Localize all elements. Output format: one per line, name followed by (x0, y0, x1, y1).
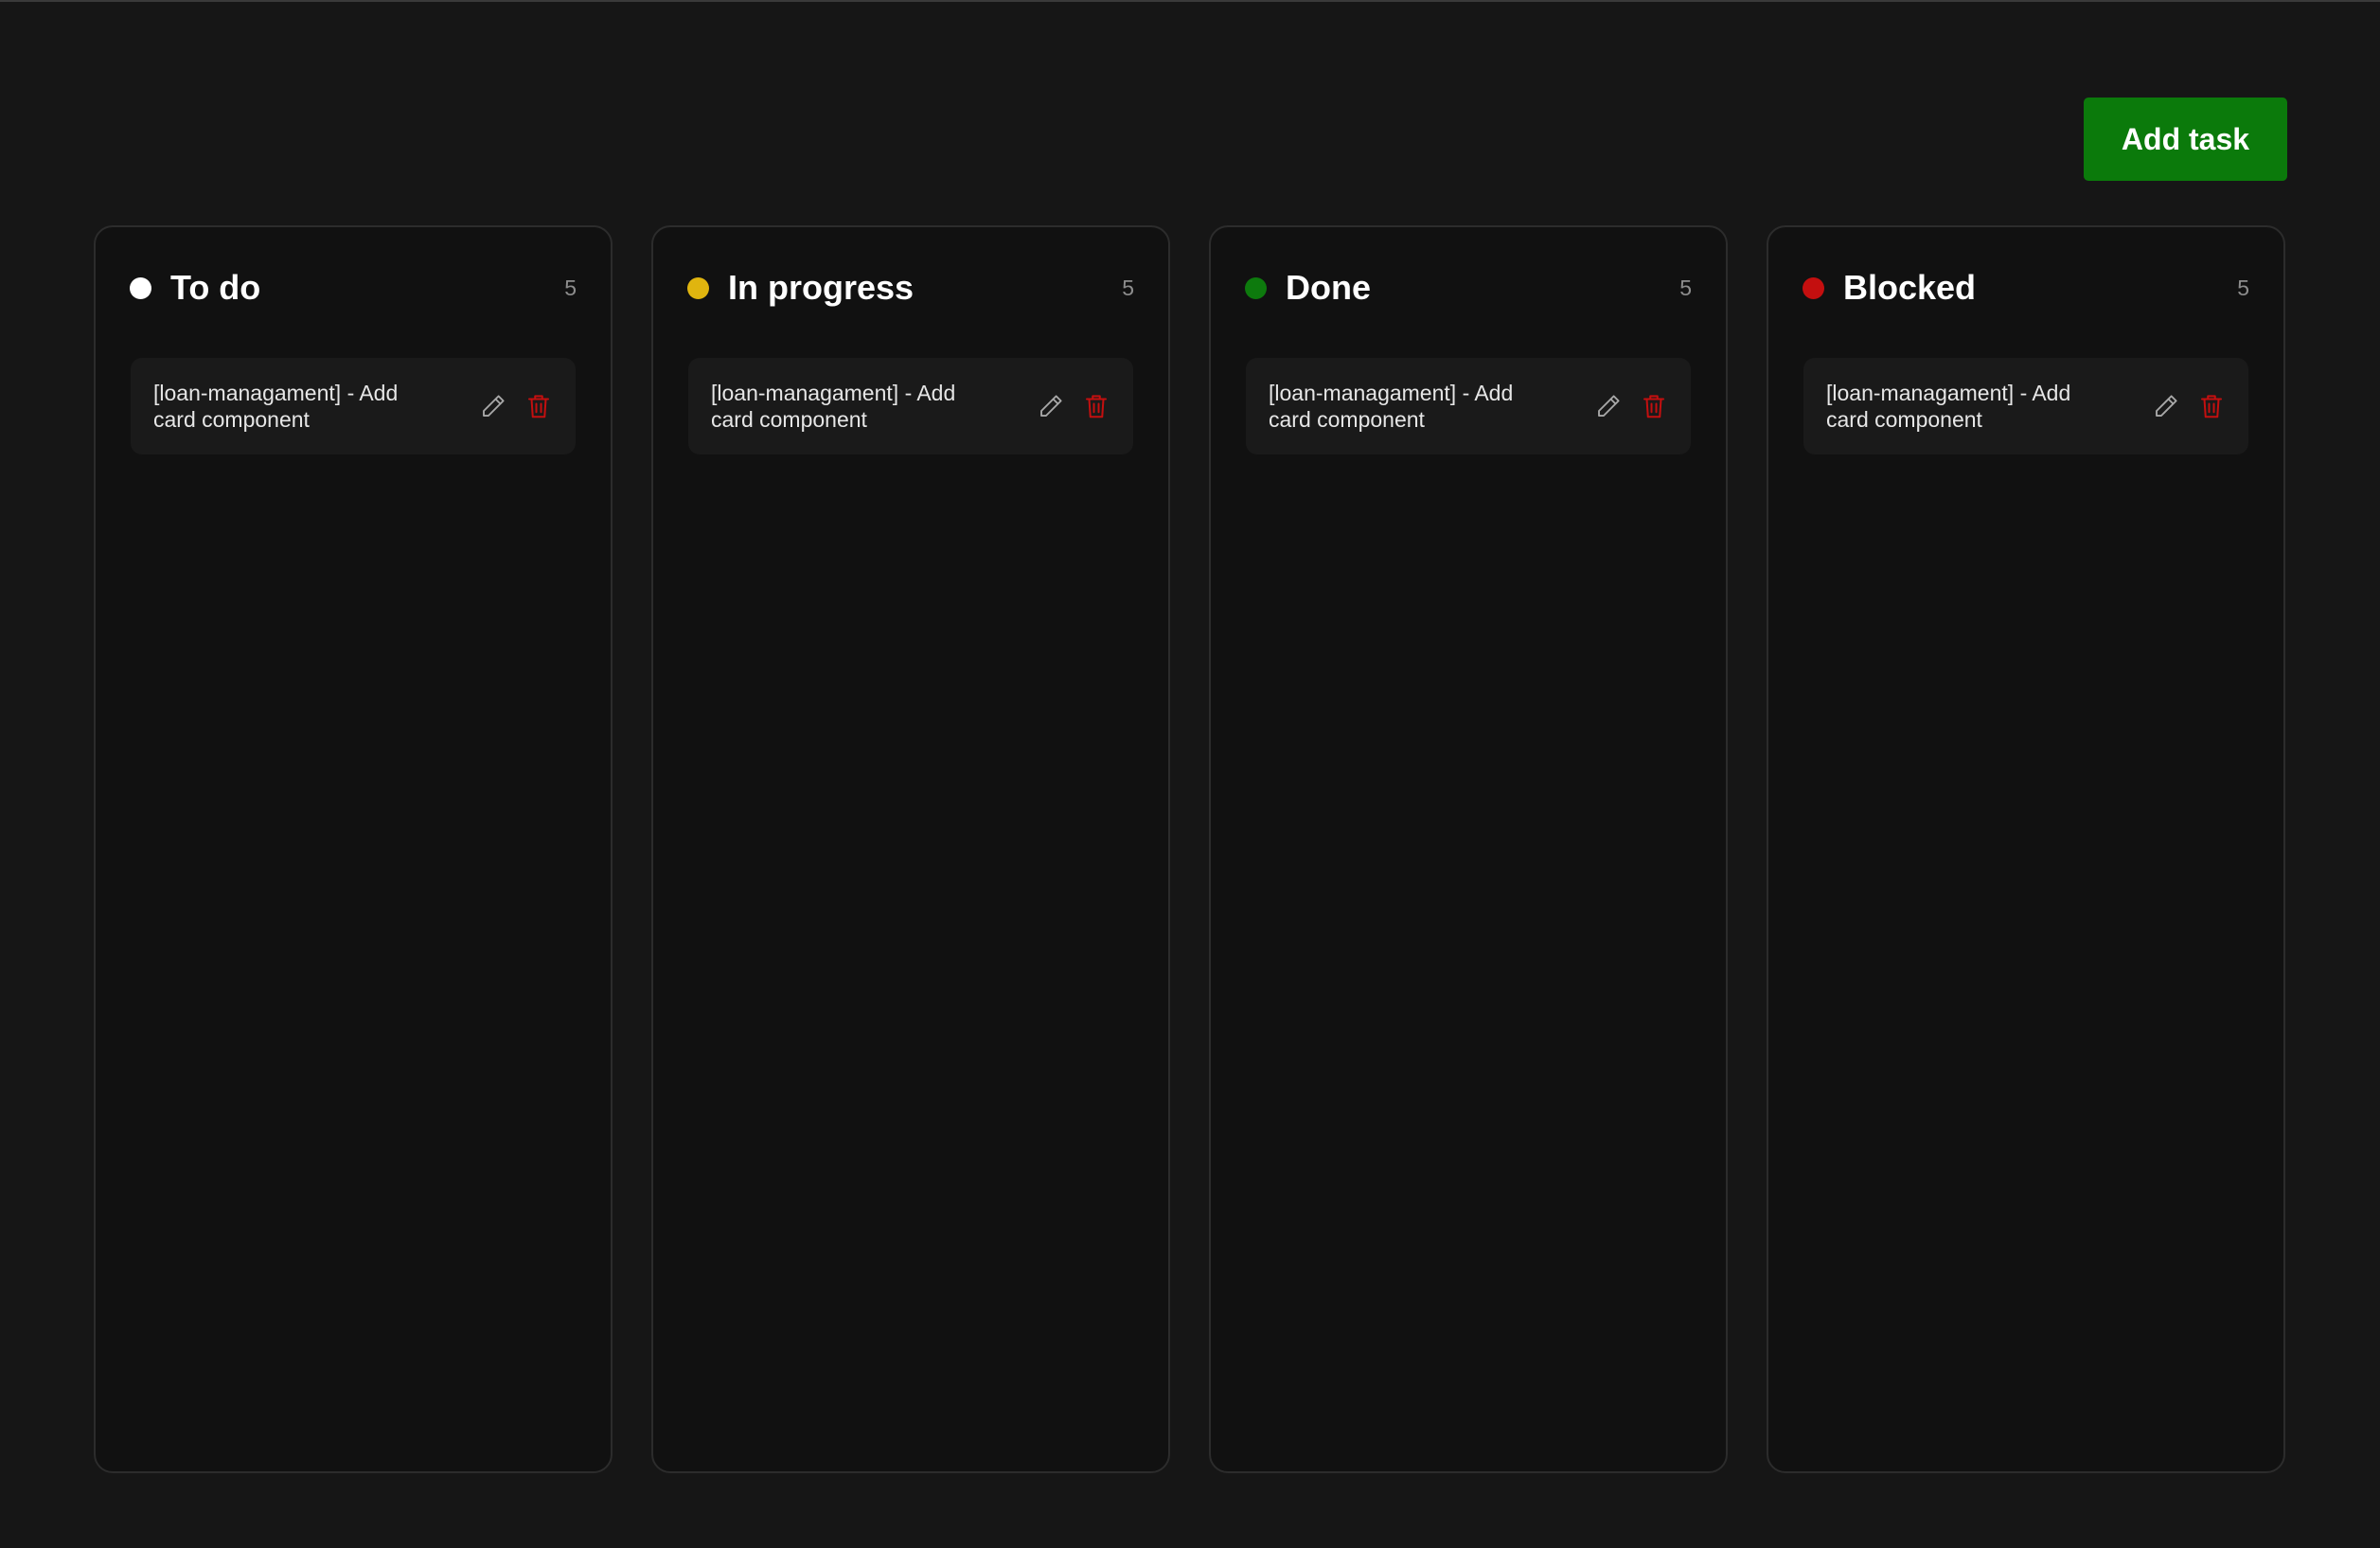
task-card[interactable]: [loan-managament] - Add card component (131, 358, 576, 454)
card-actions (1594, 392, 1668, 420)
trash-icon[interactable] (1082, 392, 1110, 420)
task-card[interactable]: [loan-managament] - Add card component (1803, 358, 2248, 454)
column-title: To do (170, 268, 261, 307)
pencil-icon[interactable] (2152, 392, 2180, 420)
column-header: In progress 5 (687, 265, 1134, 311)
trash-icon[interactable] (524, 392, 553, 420)
column-blocked: Blocked 5 [loan-managament] - Add card c… (1767, 225, 2285, 1473)
column-title: Done (1286, 268, 1371, 307)
task-card[interactable]: [loan-managament] - Add card component (1246, 358, 1691, 454)
column-to-do: To do 5 [loan-managament] - Add card com… (94, 225, 613, 1473)
column-header: Blocked 5 (1803, 265, 2249, 311)
task-title: [loan-managament] - Add card component (1269, 381, 1514, 432)
column-title: In progress (728, 268, 915, 307)
task-card[interactable]: [loan-managament] - Add card component (688, 358, 1133, 454)
trash-icon[interactable] (1640, 392, 1668, 420)
card-actions (1037, 392, 1110, 420)
task-title: [loan-managament] - Add card component (1826, 381, 2071, 432)
trash-icon[interactable] (2197, 392, 2226, 420)
column-count: 5 (1122, 275, 1134, 300)
task-title: [loan-managament] - Add card component (711, 381, 956, 432)
pencil-icon[interactable] (1594, 392, 1623, 420)
status-dot (130, 276, 151, 299)
column-header: To do 5 (130, 265, 577, 311)
column-count: 5 (2237, 275, 2249, 300)
pencil-icon[interactable] (479, 392, 507, 420)
card-actions (2152, 392, 2226, 420)
status-dot (1803, 276, 1824, 299)
column-title: Blocked (1843, 268, 1977, 307)
card-actions (479, 392, 553, 420)
task-title: [loan-managament] - Add card component (153, 381, 399, 432)
column-count: 5 (1679, 275, 1692, 300)
column-in-progress: In progress 5 [loan-managament] - Add ca… (651, 225, 1170, 1473)
add-task-button[interactable]: Add task (2084, 98, 2287, 181)
pencil-icon[interactable] (1037, 392, 1065, 420)
kanban-board-page: Add task To do 5 [loan-managament] - Add… (0, 0, 2380, 1548)
column-header: Done 5 (1245, 265, 1692, 311)
status-dot (1245, 276, 1267, 299)
status-dot (687, 276, 709, 299)
column-count: 5 (564, 275, 577, 300)
column-done: Done 5 [loan-managament] - Add card comp… (1209, 225, 1728, 1473)
